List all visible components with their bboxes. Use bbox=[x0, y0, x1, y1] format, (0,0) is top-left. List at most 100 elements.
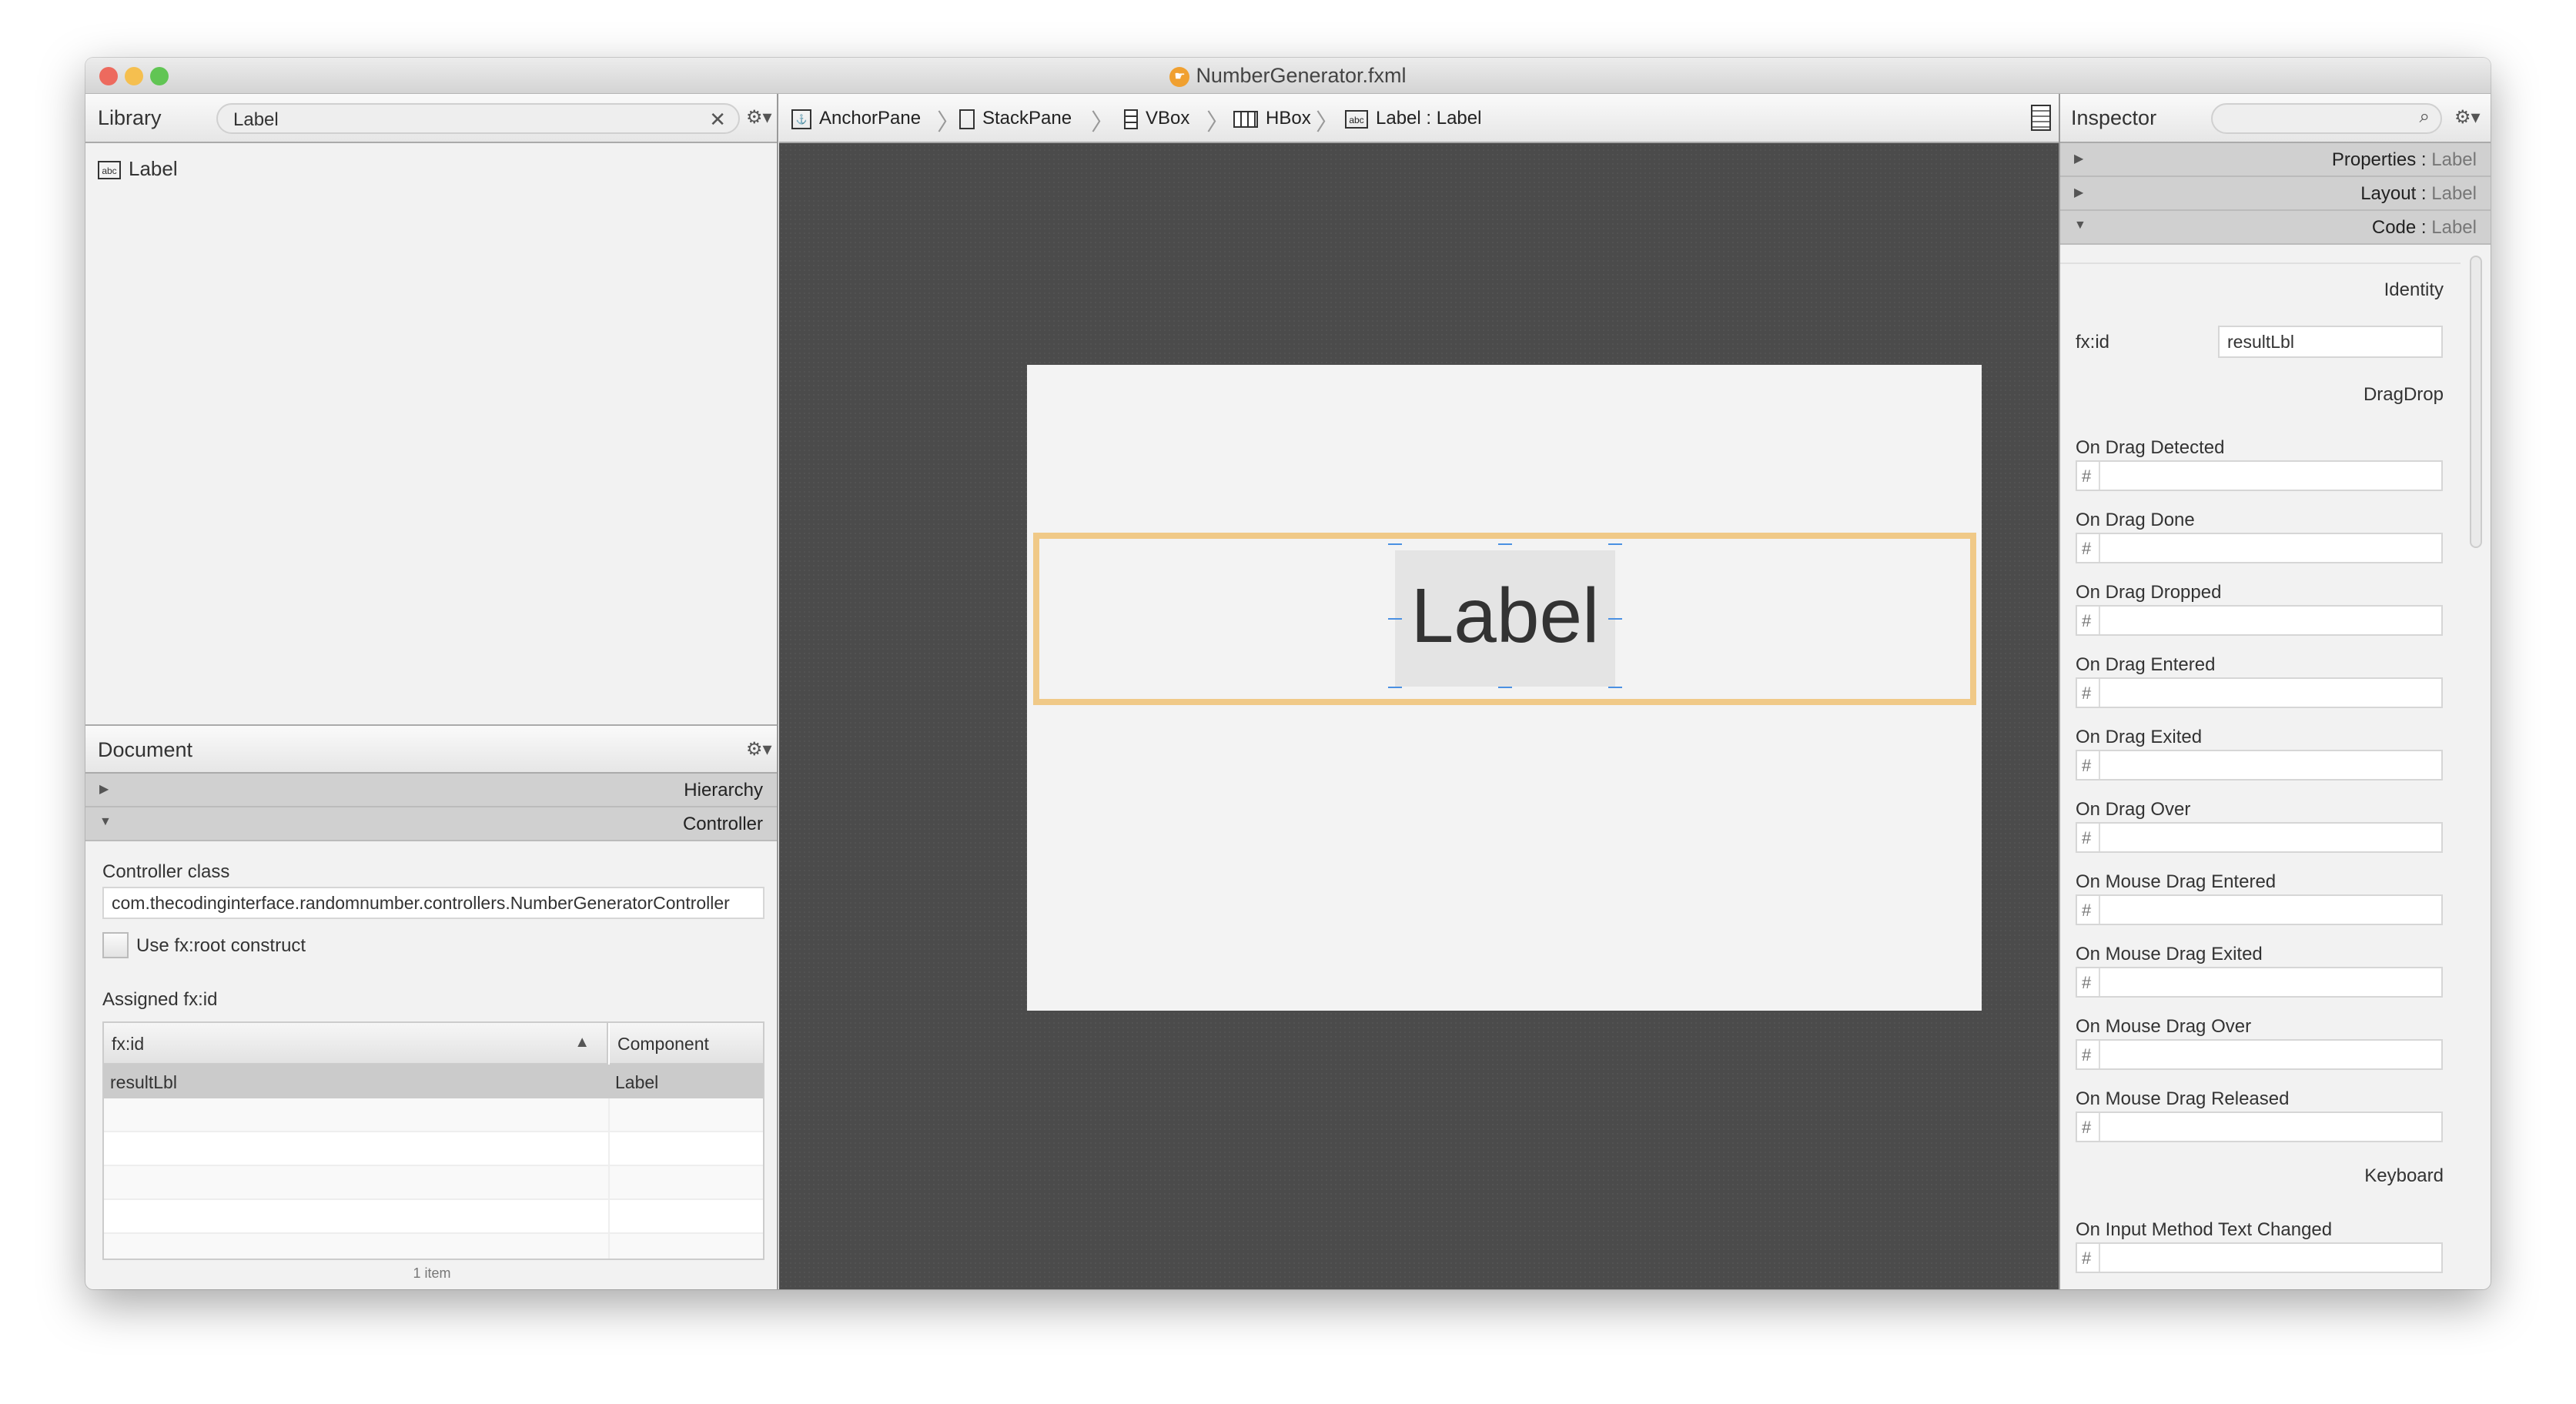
fx-root-checkbox[interactable] bbox=[102, 932, 129, 958]
library-item-label[interactable]: abc Label bbox=[98, 157, 178, 181]
breadcrumb-separator: 〉 bbox=[1206, 110, 1229, 135]
breadcrumb-text: VBox bbox=[1146, 108, 1190, 129]
label-node[interactable]: Label bbox=[1395, 550, 1615, 687]
breadcrumb-hbox[interactable]: HBox bbox=[1233, 108, 1311, 129]
event-label: On Drag Done bbox=[2076, 510, 2195, 530]
document-icon[interactable] bbox=[2031, 105, 2051, 131]
inspector-search-input[interactable]: ⌕ bbox=[2211, 103, 2442, 134]
event-label: On Mouse Drag Exited bbox=[2076, 944, 2263, 964]
event-handler-input[interactable]: # bbox=[2076, 1039, 2443, 1070]
event-label: On Mouse Drag Entered bbox=[2076, 871, 2277, 892]
document-title: Document bbox=[98, 738, 193, 761]
column-header-component[interactable]: Component bbox=[610, 1023, 763, 1065]
breadcrumb-anchorpane[interactable]: ⚓ AnchorPane bbox=[791, 108, 921, 129]
library-search-input[interactable]: Label ✕ bbox=[216, 103, 740, 134]
keyboard-heading: Keyboard bbox=[2364, 1165, 2444, 1186]
section-name: Code bbox=[2371, 217, 2417, 238]
resize-handle[interactable] bbox=[1608, 543, 1622, 557]
divider bbox=[2099, 896, 2100, 924]
cell-component: Label bbox=[615, 1072, 659, 1092]
event-label: On Drag Exited bbox=[2076, 727, 2203, 747]
divider bbox=[2099, 534, 2100, 562]
hash-icon: # bbox=[2082, 828, 2092, 847]
event-handler-input[interactable]: # bbox=[2076, 750, 2443, 781]
event-label: On Input Method Text Changed bbox=[2076, 1219, 2333, 1240]
hash-icon: # bbox=[2082, 466, 2092, 486]
divider bbox=[2060, 262, 2461, 264]
fxid-input[interactable]: resultLbl bbox=[2218, 326, 2443, 358]
design-canvas: Label bbox=[779, 143, 2059, 1289]
resize-handle[interactable] bbox=[1388, 618, 1402, 632]
section-code[interactable]: ▼ Code : Label bbox=[2060, 211, 2491, 245]
inspector-scrollbar[interactable] bbox=[2470, 256, 2482, 548]
resize-handle[interactable] bbox=[1388, 687, 1402, 700]
hash-icon: # bbox=[2082, 901, 2092, 920]
hash-icon: # bbox=[2082, 973, 2092, 992]
resize-handle[interactable] bbox=[1608, 618, 1622, 632]
divider bbox=[2099, 751, 2100, 779]
divider bbox=[2099, 1113, 2100, 1141]
hbox-icon bbox=[1233, 110, 1258, 128]
section-hierarchy[interactable]: ▶ Hierarchy bbox=[85, 774, 777, 807]
inspector-panel: Inspector ⌕ ⚙▾ ▶ Properties : Label ▶ Layo… bbox=[2059, 94, 2491, 1289]
vbox-icon bbox=[1124, 109, 1138, 129]
resize-handle[interactable] bbox=[1608, 687, 1622, 700]
event-label: On Drag Detected bbox=[2076, 437, 2225, 458]
event-handler-input[interactable]: # bbox=[2076, 533, 2443, 563]
breadcrumb-text: AnchorPane bbox=[819, 108, 922, 129]
event-label: On Mouse Drag Over bbox=[2076, 1016, 2252, 1037]
breadcrumb-text: Label : Label bbox=[1376, 108, 1482, 129]
table-row[interactable]: resultLbl Label bbox=[104, 1065, 763, 1098]
section-target: Label bbox=[2431, 217, 2477, 238]
divider bbox=[2099, 1041, 2100, 1068]
document-gear-icon[interactable]: ⚙▾ bbox=[746, 738, 772, 760]
event-handler-input[interactable]: # bbox=[2076, 1112, 2443, 1142]
event-label: On Drag Over bbox=[2076, 799, 2191, 820]
resize-handle[interactable] bbox=[1388, 543, 1402, 557]
resize-handle[interactable] bbox=[1498, 687, 1512, 700]
label-icon: abc bbox=[1345, 109, 1368, 129]
resize-handle[interactable] bbox=[1498, 543, 1512, 557]
section-label: Controller bbox=[682, 814, 763, 834]
hash-icon: # bbox=[2082, 611, 2092, 630]
window-title: ☛ NumberGenerator.fxml bbox=[85, 64, 2491, 88]
library-gear-icon[interactable]: ⚙▾ bbox=[746, 106, 772, 129]
column-header-fxid[interactable]: fx:id ▲ bbox=[104, 1023, 608, 1065]
section-controller[interactable]: ▼ Controller bbox=[85, 807, 777, 841]
divider bbox=[2099, 968, 2100, 996]
event-handler-input[interactable]: # bbox=[2076, 605, 2443, 636]
section-name: Properties bbox=[2331, 149, 2417, 170]
sort-ascending-icon: ▲ bbox=[574, 1034, 590, 1051]
column-divider bbox=[608, 1098, 610, 1259]
library-header: Library Label ✕ ⚙▾ bbox=[85, 94, 777, 143]
expand-arrow-icon: ▶ bbox=[99, 783, 109, 796]
event-handler-input[interactable]: # bbox=[2076, 822, 2443, 853]
event-handler-input[interactable]: # bbox=[2076, 1242, 2443, 1273]
hash-icon: # bbox=[2082, 684, 2092, 703]
event-handler-input[interactable]: # bbox=[2076, 894, 2443, 925]
event-label: On Mouse Drag Released bbox=[2076, 1088, 2290, 1109]
event-handler-input[interactable]: # bbox=[2076, 460, 2443, 491]
section-properties[interactable]: ▶ Properties : Label bbox=[2060, 143, 2491, 177]
empty-rows bbox=[104, 1098, 763, 1259]
breadcrumb-separator: 〉 bbox=[937, 110, 960, 135]
section-name: Layout bbox=[2360, 183, 2417, 204]
event-handler-input[interactable]: # bbox=[2076, 677, 2443, 708]
section-layout[interactable]: ▶ Layout : Label bbox=[2060, 177, 2491, 211]
divider bbox=[2099, 1244, 2100, 1272]
breadcrumb-label[interactable]: abc Label : Label bbox=[1345, 108, 1481, 129]
breadcrumb-vbox[interactable]: VBox bbox=[1124, 108, 1189, 129]
section-target: Label bbox=[2431, 183, 2477, 204]
controller-class-input[interactable]: com.thecodinginterface.randomnumber.cont… bbox=[102, 887, 764, 919]
inspector-gear-icon[interactable]: ⚙▾ bbox=[2454, 106, 2481, 129]
event-handler-input[interactable]: # bbox=[2076, 967, 2443, 998]
left-panel: Library Label ✕ ⚙▾ abc Label Document ⚙▾ ▶… bbox=[85, 94, 778, 1289]
stackpane-icon bbox=[959, 109, 975, 129]
library-search-value: Label bbox=[233, 109, 279, 130]
breadcrumb-stackpane[interactable]: StackPane bbox=[959, 108, 1072, 129]
close-icon[interactable]: ✕ bbox=[709, 108, 726, 132]
anchorpane-content[interactable]: Label bbox=[1027, 365, 1982, 1011]
anchorpane-icon: ⚓ bbox=[791, 109, 811, 129]
hash-icon: # bbox=[2082, 1045, 2092, 1065]
table-item-count: 1 item bbox=[413, 1265, 451, 1281]
